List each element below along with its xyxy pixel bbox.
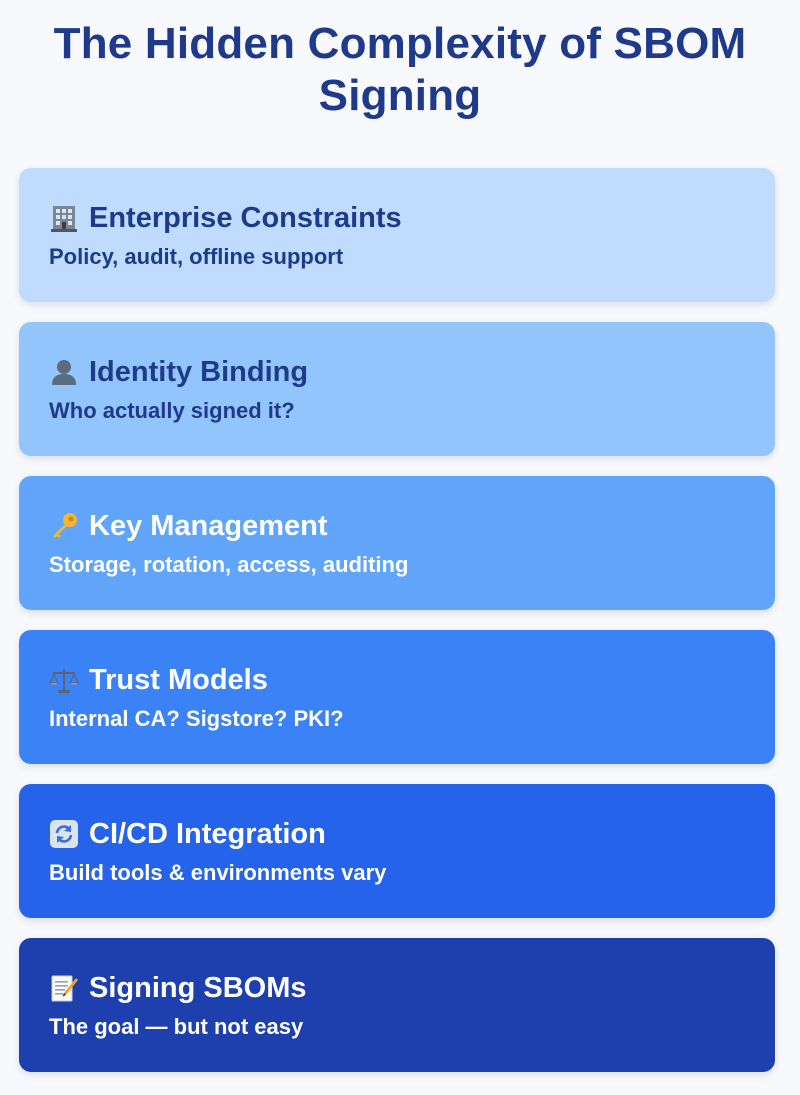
layer-title: Enterprise Constraints [89,202,402,234]
layer-title: Identity Binding [89,356,309,388]
page-title: The Hidden Complexity of SBOM Signing [53,19,747,120]
layer-title-row: Trust Models [49,660,775,700]
layer-title: Signing SBOMs [89,972,307,1004]
layer-title: Trust Models [89,664,268,696]
layer-subtitle: Policy, audit, offline support [49,244,344,269]
layer-subtitle: Internal CA? Sigstore? PKI? [49,706,344,731]
layer-stack: Enterprise Constraints Policy, audit, of… [19,168,775,1092]
layer-card-identity-binding: Identity Binding Who actually signed it? [19,322,775,456]
layer-title-row: Enterprise Constraints [49,198,775,238]
layer-subtitle: The goal — but not easy [49,1014,304,1039]
refresh-arrows-icon [49,819,79,849]
layer-card-enterprise-constraints: Enterprise Constraints Policy, audit, of… [19,168,775,302]
layer-card-cicd-integration: CI/CD Integration Build tools & environm… [19,784,775,918]
layer-title-row: Key Management [49,506,775,546]
layer-title-row: Identity Binding [49,352,775,392]
office-building-icon [49,203,79,233]
user-silhouette-icon [49,357,79,387]
layer-card-key-management: Key Management Storage, rotation, access… [19,476,775,610]
layer-title: CI/CD Integration [89,818,326,850]
layer-card-signing-sboms: Signing SBOMs The goal — but not easy [19,938,775,1072]
layer-subtitle: Who actually signed it? [49,398,295,423]
layer-title: Key Management [89,510,328,542]
layer-subtitle: Build tools & environments vary [49,860,387,885]
memo-pencil-icon [49,973,79,1003]
layer-title-row: Signing SBOMs [49,968,775,1008]
layer-subtitle: Storage, rotation, access, auditing [49,552,409,577]
layer-card-trust-models: Trust Models Internal CA? Sigstore? PKI? [19,630,775,764]
balance-scale-icon [49,665,79,695]
layer-title-row: CI/CD Integration [49,814,775,854]
key-icon [49,511,79,541]
